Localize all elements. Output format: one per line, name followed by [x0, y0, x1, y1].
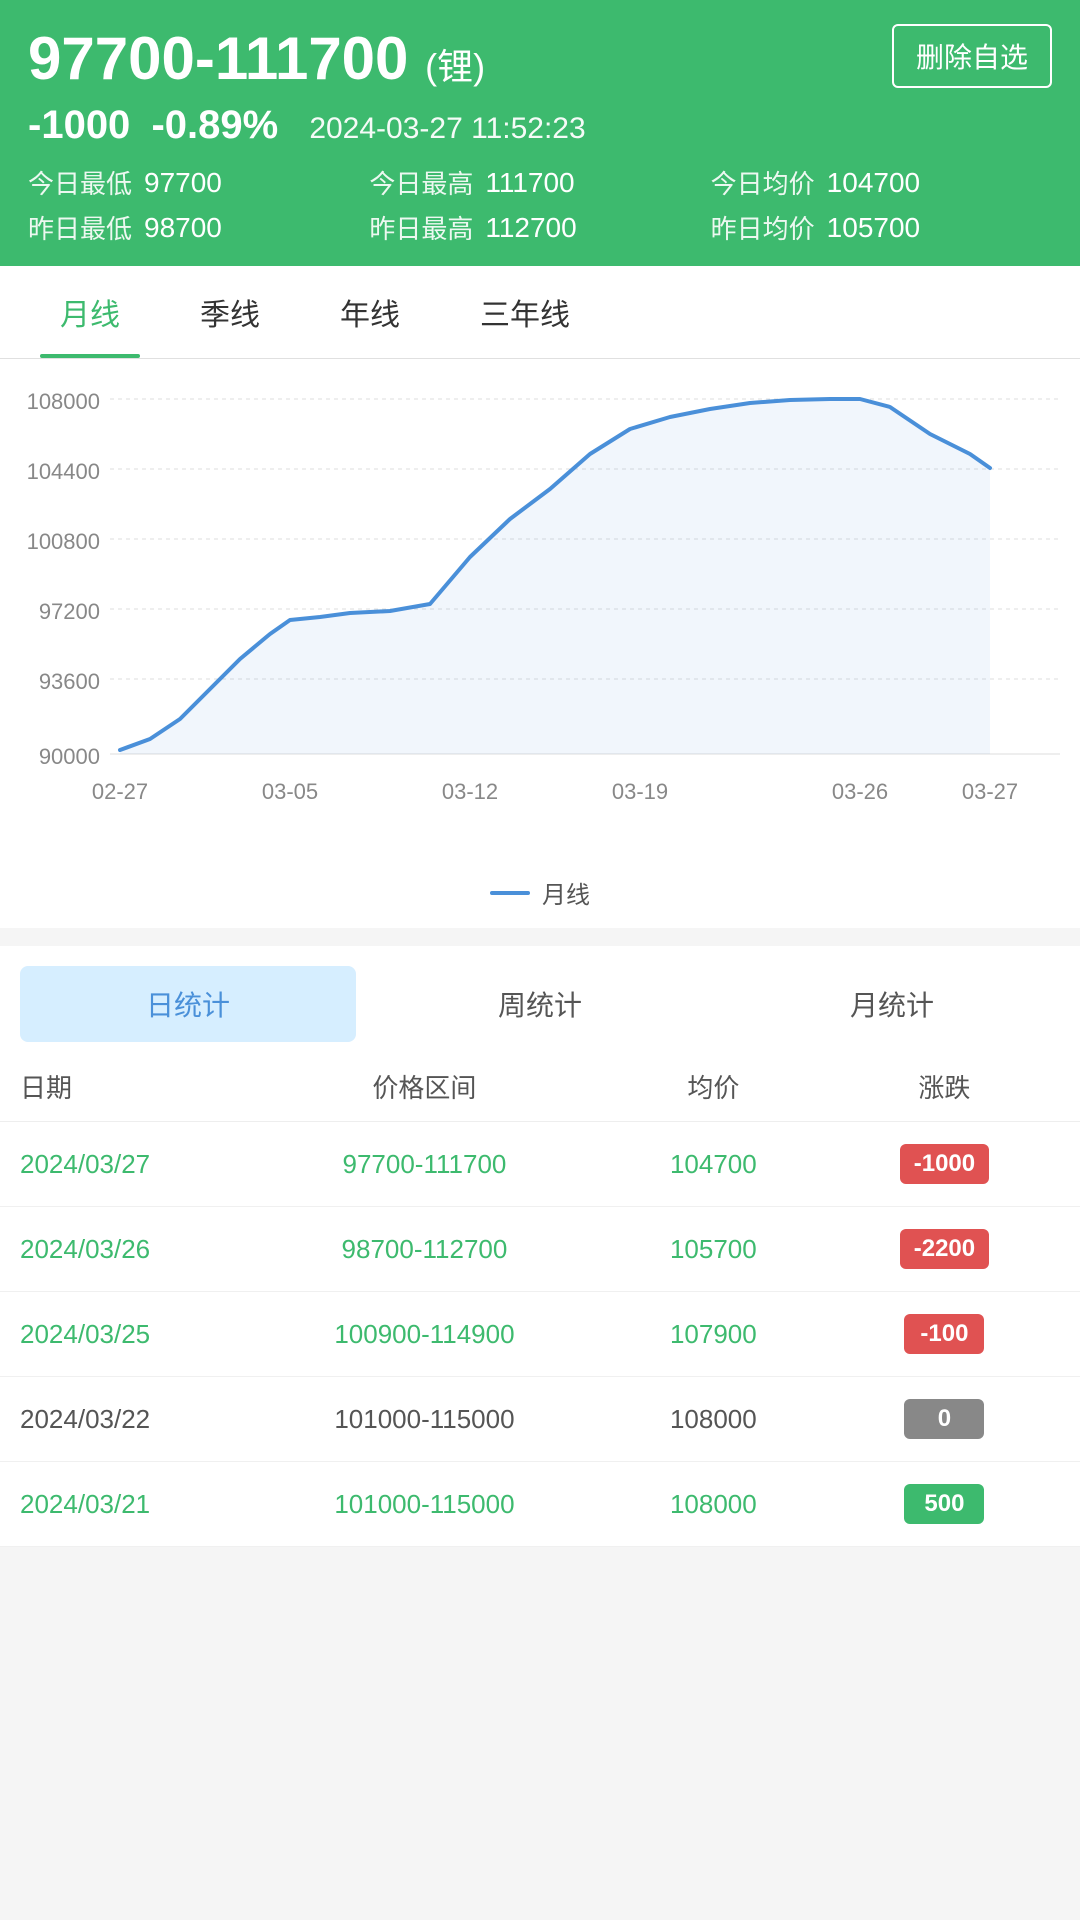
svg-text:108000: 108000	[27, 389, 100, 414]
stat-today-low: 今日最低 97700	[28, 164, 369, 201]
col-range: 价格区间	[251, 1068, 598, 1105]
stat-value: 112700	[485, 212, 576, 244]
col-date: 日期	[20, 1068, 251, 1105]
table-row: 2024/03/21 101000-115000 108000 500	[0, 1462, 1080, 1547]
col-change: 涨跌	[829, 1068, 1060, 1105]
table-row: 2024/03/25 100900-114900 107900 -100	[0, 1292, 1080, 1377]
cell-date: 2024/03/26	[20, 1234, 251, 1265]
tab-quarterly[interactable]: 季线	[160, 266, 300, 358]
tab-monthly[interactable]: 月线	[20, 266, 160, 358]
stat-label: 今日最低	[28, 164, 132, 201]
stat-yest-avg: 昨日均价 105700	[711, 209, 1052, 246]
cell-change: 0	[829, 1399, 1060, 1439]
cell-change: 500	[829, 1484, 1060, 1524]
svg-text:03-26: 03-26	[832, 779, 888, 804]
stat-label: 昨日最高	[369, 209, 473, 246]
header-top: 97700-111700 (锂) 删除自选	[28, 24, 1052, 93]
header-change: -1000 -0.89% 2024-03-27 11:52:23	[28, 103, 1052, 148]
svg-text:97200: 97200	[39, 599, 100, 624]
change-badge: -1000	[900, 1144, 989, 1184]
stats-tabs: 日统计 周统计 月统计	[0, 946, 1080, 1042]
stat-label: 今日最高	[369, 164, 473, 201]
change-badge: -100	[904, 1314, 984, 1354]
col-avg: 均价	[598, 1068, 829, 1105]
tab-yearly[interactable]: 年线	[300, 266, 440, 358]
chart-legend: 月线	[10, 859, 1070, 918]
chart-wrap: 108000 104400 100800 97200 93600 90000 0…	[10, 379, 1070, 859]
stat-today-avg: 今日均价 104700	[711, 164, 1052, 201]
stat-label: 今日均价	[711, 164, 815, 201]
cell-avg: 108000	[598, 1404, 829, 1435]
chart-svg: 108000 104400 100800 97200 93600 90000 0…	[10, 379, 1070, 859]
cell-date: 2024/03/22	[20, 1404, 251, 1435]
chart-container: 108000 104400 100800 97200 93600 90000 0…	[0, 359, 1080, 928]
cell-avg: 104700	[598, 1149, 829, 1180]
stat-value: 104700	[827, 167, 920, 199]
price-range: 97700-111700	[28, 25, 408, 92]
svg-text:02-27: 02-27	[92, 779, 148, 804]
header-title: 97700-111700 (锂)	[28, 24, 485, 93]
stat-value: 98700	[144, 212, 222, 244]
unit-label: (锂)	[425, 46, 485, 87]
legend-label: 月线	[542, 875, 590, 910]
svg-text:03-27: 03-27	[962, 779, 1018, 804]
svg-text:03-19: 03-19	[612, 779, 668, 804]
chart-tabs: 月线 季线 年线 三年线	[0, 266, 1080, 359]
table-wrap: 日期 价格区间 均价 涨跌 2024/03/27 97700-111700 10…	[0, 1052, 1080, 1547]
cell-avg: 107900	[598, 1319, 829, 1350]
cell-date: 2024/03/21	[20, 1489, 251, 1520]
cell-range: 101000-115000	[251, 1404, 598, 1435]
header: 97700-111700 (锂) 删除自选 -1000 -0.89% 2024-…	[0, 0, 1080, 266]
change-badge: -2200	[900, 1229, 989, 1269]
cell-range: 98700-112700	[251, 1234, 598, 1265]
change-pct: -0.89%	[151, 103, 278, 147]
change-badge: 500	[904, 1484, 984, 1524]
svg-text:93600: 93600	[39, 669, 100, 694]
stat-value: 105700	[827, 212, 920, 244]
svg-text:100800: 100800	[27, 529, 100, 554]
cell-change: -100	[829, 1314, 1060, 1354]
stats-tab-weekly[interactable]: 周统计	[372, 966, 708, 1042]
table-row: 2024/03/22 101000-115000 108000 0	[0, 1377, 1080, 1462]
cell-avg: 105700	[598, 1234, 829, 1265]
change-value: -1000	[28, 103, 130, 147]
stat-yest-high: 昨日最高 112700	[369, 209, 710, 246]
chart-fill	[120, 399, 990, 754]
stats-tab-monthly[interactable]: 月统计	[724, 966, 1060, 1042]
table-row: 2024/03/26 98700-112700 105700 -2200	[0, 1207, 1080, 1292]
header-stats: 今日最低 97700 今日最高 111700 今日均价 104700 昨日最低 …	[28, 164, 1052, 246]
stats-section: 日统计 周统计 月统计 日期 价格区间 均价 涨跌 2024/03/27 977…	[0, 946, 1080, 1547]
stat-yest-low: 昨日最低 98700	[28, 209, 369, 246]
stat-today-high: 今日最高 111700	[369, 164, 710, 201]
change-badge: 0	[904, 1399, 984, 1439]
svg-text:90000: 90000	[39, 744, 100, 769]
cell-date: 2024/03/27	[20, 1149, 251, 1180]
datetime: 2024-03-27 11:52:23	[309, 112, 585, 145]
cell-date: 2024/03/25	[20, 1319, 251, 1350]
svg-text:104400: 104400	[27, 459, 100, 484]
svg-text:03-12: 03-12	[442, 779, 498, 804]
stat-label: 昨日均价	[711, 209, 815, 246]
cell-avg: 108000	[598, 1489, 829, 1520]
svg-text:03-05: 03-05	[262, 779, 318, 804]
cell-range: 97700-111700	[251, 1149, 598, 1180]
cell-change: -2200	[829, 1229, 1060, 1269]
stat-label: 昨日最低	[28, 209, 132, 246]
cell-change: -1000	[829, 1144, 1060, 1184]
table-row: 2024/03/27 97700-111700 104700 -1000	[0, 1122, 1080, 1207]
legend-line-icon	[490, 891, 530, 895]
delete-button[interactable]: 删除自选	[892, 24, 1052, 88]
stat-value: 111700	[485, 167, 574, 199]
table-header: 日期 价格区间 均价 涨跌	[0, 1052, 1080, 1122]
stats-tab-daily[interactable]: 日统计	[20, 966, 356, 1042]
stat-value: 97700	[144, 167, 222, 199]
cell-range: 100900-114900	[251, 1319, 598, 1350]
tab-3yearly[interactable]: 三年线	[440, 266, 610, 358]
cell-range: 101000-115000	[251, 1489, 598, 1520]
